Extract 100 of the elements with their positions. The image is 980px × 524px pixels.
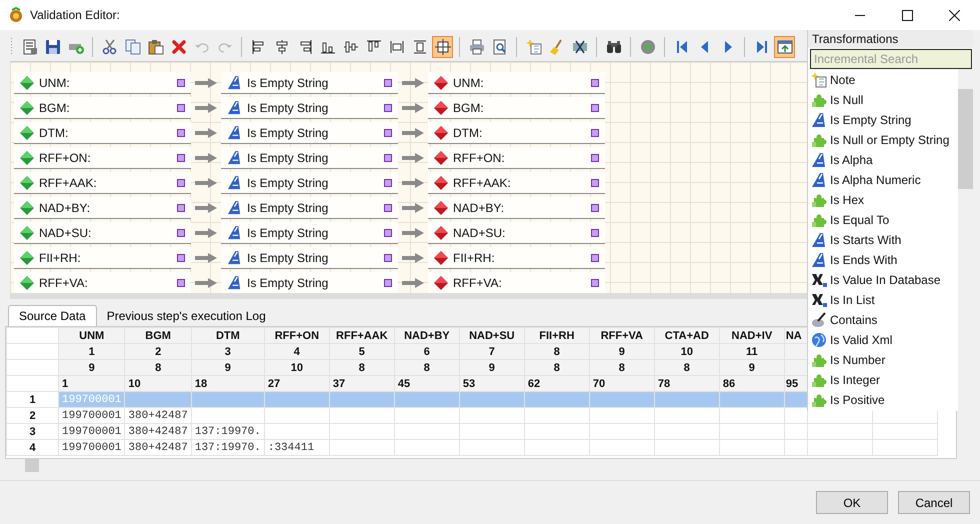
source-node[interactable]: RFF+AAK: [14, 172, 191, 194]
target-node[interactable]: NAD+SU: [428, 222, 605, 244]
list-item[interactable]: Is Empty String [808, 110, 958, 130]
source-node[interactable]: DTM: [14, 122, 191, 144]
port-icon[interactable] [177, 254, 185, 262]
transformation-node[interactable]: Is Empty String [221, 247, 398, 269]
toolbar-grip[interactable] [10, 36, 13, 56]
transformation-node[interactable]: Is Empty String [221, 147, 398, 169]
search-field[interactable]: Incremental Search [810, 49, 972, 69]
row-number[interactable]: 4 [6, 440, 58, 456]
transformation-node[interactable]: Is Empty String [221, 222, 398, 244]
port-icon[interactable] [384, 204, 392, 212]
list-item[interactable]: Is Integer [808, 370, 958, 390]
toolbar-button[interactable] [774, 36, 795, 58]
port-icon[interactable] [591, 154, 599, 162]
column-header[interactable]: FII+RH [524, 328, 590, 344]
source-node[interactable]: RFF+VA: [14, 272, 191, 294]
transformation-node[interactable]: Is Empty String [221, 197, 398, 219]
target-node[interactable]: FII+RH: [428, 247, 605, 269]
connector-arrow [402, 78, 424, 88]
list-item[interactable]: Is Alpha [808, 150, 958, 170]
port-icon[interactable] [384, 78, 392, 86]
column-header[interactable]: NAD+IV [719, 328, 784, 344]
port-icon[interactable] [384, 104, 392, 112]
source-node[interactable]: BGM: [14, 97, 191, 119]
list-item[interactable]: Is Ends With [808, 250, 958, 270]
row-number[interactable]: 3 [6, 424, 58, 440]
row-number[interactable]: 2 [6, 408, 58, 424]
column-header[interactable]: RFF+ON [264, 328, 330, 344]
source-node[interactable]: FII+RH: [14, 247, 191, 269]
port-icon[interactable] [591, 254, 599, 262]
same-width-icon [388, 38, 404, 54]
tab[interactable]: Source Data [8, 305, 97, 326]
port-icon[interactable] [177, 278, 185, 286]
column-header[interactable]: UNM [58, 328, 125, 344]
source-node[interactable]: NAD+SU: [14, 222, 191, 244]
list-item[interactable]: Is Value In Database [808, 270, 958, 290]
target-node[interactable]: UNM: [428, 72, 605, 94]
column-offset: 62 [524, 376, 590, 392]
list-item[interactable]: Is Valid Xml [808, 330, 958, 350]
target-node[interactable]: RFF+AAK: [428, 172, 605, 194]
list-item[interactable]: Is Alpha Numeric [808, 170, 958, 190]
column-header[interactable]: DTM [191, 328, 264, 344]
port-icon[interactable] [591, 278, 599, 286]
list-item[interactable]: Is Equal To [808, 210, 958, 230]
list-item[interactable]: Is Positive [808, 390, 958, 410]
port-icon[interactable] [384, 154, 392, 162]
port-icon[interactable] [177, 228, 185, 236]
target-node[interactable]: RFF+VA: [428, 272, 605, 294]
port-icon[interactable] [591, 128, 599, 136]
column-header[interactable]: BGM [124, 328, 192, 344]
source-node[interactable]: RFF+ON: [14, 147, 191, 169]
port-icon[interactable] [384, 228, 392, 236]
column-header[interactable]: NAD+BY [394, 328, 460, 344]
port-icon[interactable] [591, 78, 599, 86]
port-icon[interactable] [591, 228, 599, 236]
transformation-node[interactable]: Is Empty String [221, 172, 398, 194]
list-item[interactable]: Is Null or Empty String [808, 130, 958, 150]
source-node[interactable]: NAD+BY: [14, 197, 191, 219]
port-icon[interactable] [591, 104, 599, 112]
list-item[interactable]: Contains [808, 310, 958, 330]
port-icon[interactable] [177, 104, 185, 112]
target-node[interactable]: DTM: [428, 122, 605, 144]
port-icon[interactable] [177, 154, 185, 162]
port-icon[interactable] [384, 128, 392, 136]
port-icon[interactable] [177, 178, 185, 186]
tab[interactable]: Previous step's execution Log [96, 306, 276, 326]
dialog-button[interactable]: OK [816, 491, 888, 514]
maximize-icon[interactable] [902, 10, 913, 20]
transformation-node[interactable]: Is Empty String [221, 272, 398, 294]
port-icon[interactable] [384, 254, 392, 262]
list-item[interactable]: Is Number [808, 350, 958, 370]
target-node[interactable]: RFF+ON: [428, 147, 605, 169]
column-header[interactable]: NAD+SU [459, 328, 524, 344]
port-icon[interactable] [177, 204, 185, 212]
port-icon[interactable] [177, 128, 185, 136]
port-icon[interactable] [591, 204, 599, 212]
column-header[interactable]: RFF+VA [589, 328, 654, 344]
transformation-node[interactable]: Is Empty String [221, 72, 398, 94]
port-icon[interactable] [384, 178, 392, 186]
list-item[interactable]: Note [808, 70, 958, 90]
source-node[interactable]: UNM: [14, 72, 191, 94]
list-item[interactable]: Is Hex [808, 190, 958, 210]
list-item[interactable]: Is Starts With [808, 230, 958, 250]
transformation-node[interactable]: Is Empty String [221, 122, 398, 144]
close-icon[interactable] [949, 10, 960, 20]
target-node[interactable]: BGM: [428, 97, 605, 119]
column-header[interactable]: CTA+AD [654, 328, 720, 344]
column-header[interactable]: NA [784, 328, 808, 344]
port-icon[interactable] [591, 178, 599, 186]
list-item[interactable]: Is In List [808, 290, 958, 310]
dialog-button[interactable]: Cancel [898, 491, 970, 514]
list-item[interactable]: Is Null [808, 90, 958, 110]
port-icon[interactable] [384, 278, 392, 286]
row-number[interactable]: 1 [6, 392, 58, 408]
port-icon[interactable] [177, 78, 185, 86]
column-header[interactable]: RFF+AAK [329, 328, 394, 344]
transformation-node[interactable]: Is Empty String [221, 97, 398, 119]
toolbar-button[interactable] [432, 36, 453, 58]
target-node[interactable]: NAD+BY: [428, 197, 605, 219]
